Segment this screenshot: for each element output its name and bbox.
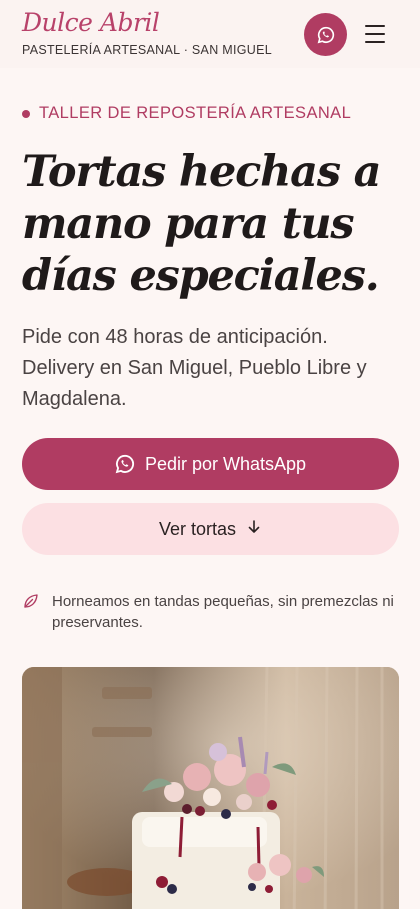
arrow-down-icon [246, 519, 262, 540]
leaf-icon [22, 592, 40, 614]
cake-photo [22, 667, 399, 909]
brand-tagline: PASTELERÍA ARTESANAL · SAN MIGUEL [22, 43, 273, 57]
hero-lead: Pide con 48 horas de anticipación. Deliv… [22, 326, 367, 410]
hero-eyebrow: TALLER DE REPOSTERÍA ARTESANAL [22, 104, 351, 123]
whatsapp-icon [115, 454, 135, 474]
bullet-dot-icon [22, 109, 30, 118]
hero-headline: Tortas hechas a mano para tus días espec… [22, 147, 381, 301]
view-cakes-label: Ver tortas [158, 518, 237, 539]
view-cakes-button[interactable]: Ver tortas [22, 503, 399, 555]
hamburger-menu-icon[interactable] [362, 22, 388, 46]
order-whatsapp-label: Pedir por WhatsApp [144, 453, 307, 474]
quality-note: Horneamos en tandas pequeñas, sin premez… [22, 591, 402, 633]
brand-logo[interactable]: Dulce Abril [22, 8, 160, 37]
order-whatsapp-button[interactable]: Pedir por WhatsApp [22, 438, 399, 490]
site-header: Dulce Abril PASTELERÍA ARTESANAL · SAN M… [0, 0, 420, 68]
quality-note-text: Horneamos en tandas pequeñas, sin premez… [52, 593, 394, 631]
whatsapp-icon [317, 26, 335, 44]
eyebrow-text: TALLER DE REPOSTERÍA ARTESANAL [39, 104, 352, 122]
header-whatsapp-button[interactable] [304, 13, 347, 56]
